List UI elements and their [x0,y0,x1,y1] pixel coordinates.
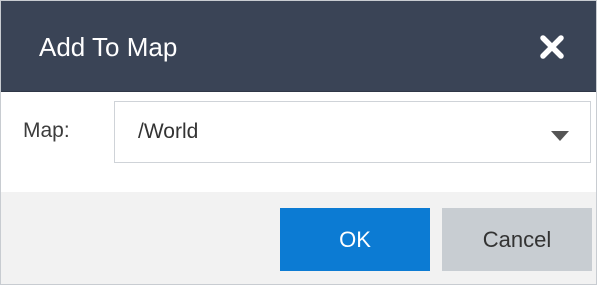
close-icon [537,32,567,62]
add-to-map-dialog: Add To Map Map: /World OK Cancel [0,0,597,285]
map-label: Map: [23,119,70,142]
cancel-button[interactable]: Cancel [442,208,592,271]
close-button[interactable] [537,32,567,62]
map-select-value: /World [138,120,199,143]
dialog-body: Map: /World [1,92,596,192]
caret-down-icon [551,128,569,146]
ok-button[interactable]: OK [280,208,430,271]
map-select[interactable]: /World [114,101,591,163]
dialog-footer: OK Cancel [1,192,596,284]
dialog-title: Add To Map [39,32,178,62]
dialog-title-bar: Add To Map [1,1,596,92]
